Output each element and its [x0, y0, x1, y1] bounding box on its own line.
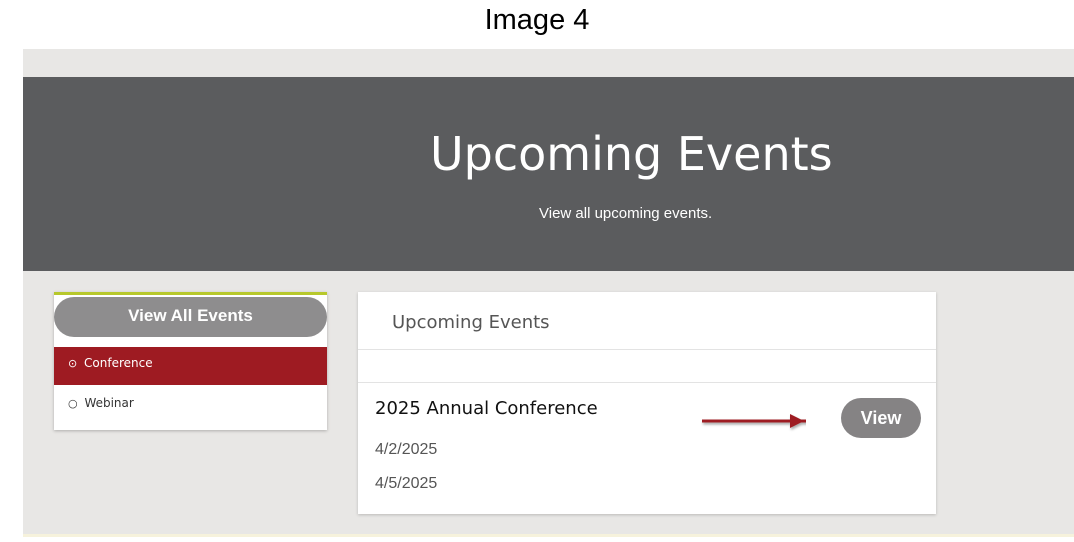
page-frame: Upcoming Events View all upcoming events…: [23, 49, 1074, 537]
hero-title: Upcoming Events: [430, 127, 833, 181]
footer-divider: [23, 534, 1074, 537]
category-sidebar: View All Events ⊙ Conference ○ Webinar: [54, 292, 327, 430]
view-all-events-button[interactable]: View All Events: [54, 297, 327, 337]
event-end-date: 4/5/2025: [375, 475, 438, 492]
radio-unselected-icon: ○: [68, 397, 78, 410]
panel-title: Upcoming Events: [392, 312, 550, 333]
event-name: 2025 Annual Conference: [375, 398, 598, 419]
hero-subtitle: View all upcoming events.: [539, 205, 713, 222]
radio-selected-icon: ⊙: [68, 357, 78, 370]
event-start-date: 4/2/2025: [375, 441, 438, 458]
view-event-button[interactable]: View: [841, 398, 921, 438]
hero-banner: Upcoming Events View all upcoming events…: [23, 77, 1074, 271]
panel-header: Upcoming Events: [358, 292, 936, 350]
category-label: Conference: [84, 356, 153, 370]
arrow-right-icon: [702, 414, 806, 428]
category-item-conference[interactable]: ⊙ Conference: [54, 347, 327, 385]
category-label: Webinar: [84, 396, 134, 410]
image-caption: Image 4: [484, 4, 590, 36]
events-panel: Upcoming Events 2025 Annual Conference 4…: [358, 292, 936, 514]
category-item-webinar[interactable]: ○ Webinar: [54, 387, 327, 425]
panel-divider: [358, 350, 936, 383]
